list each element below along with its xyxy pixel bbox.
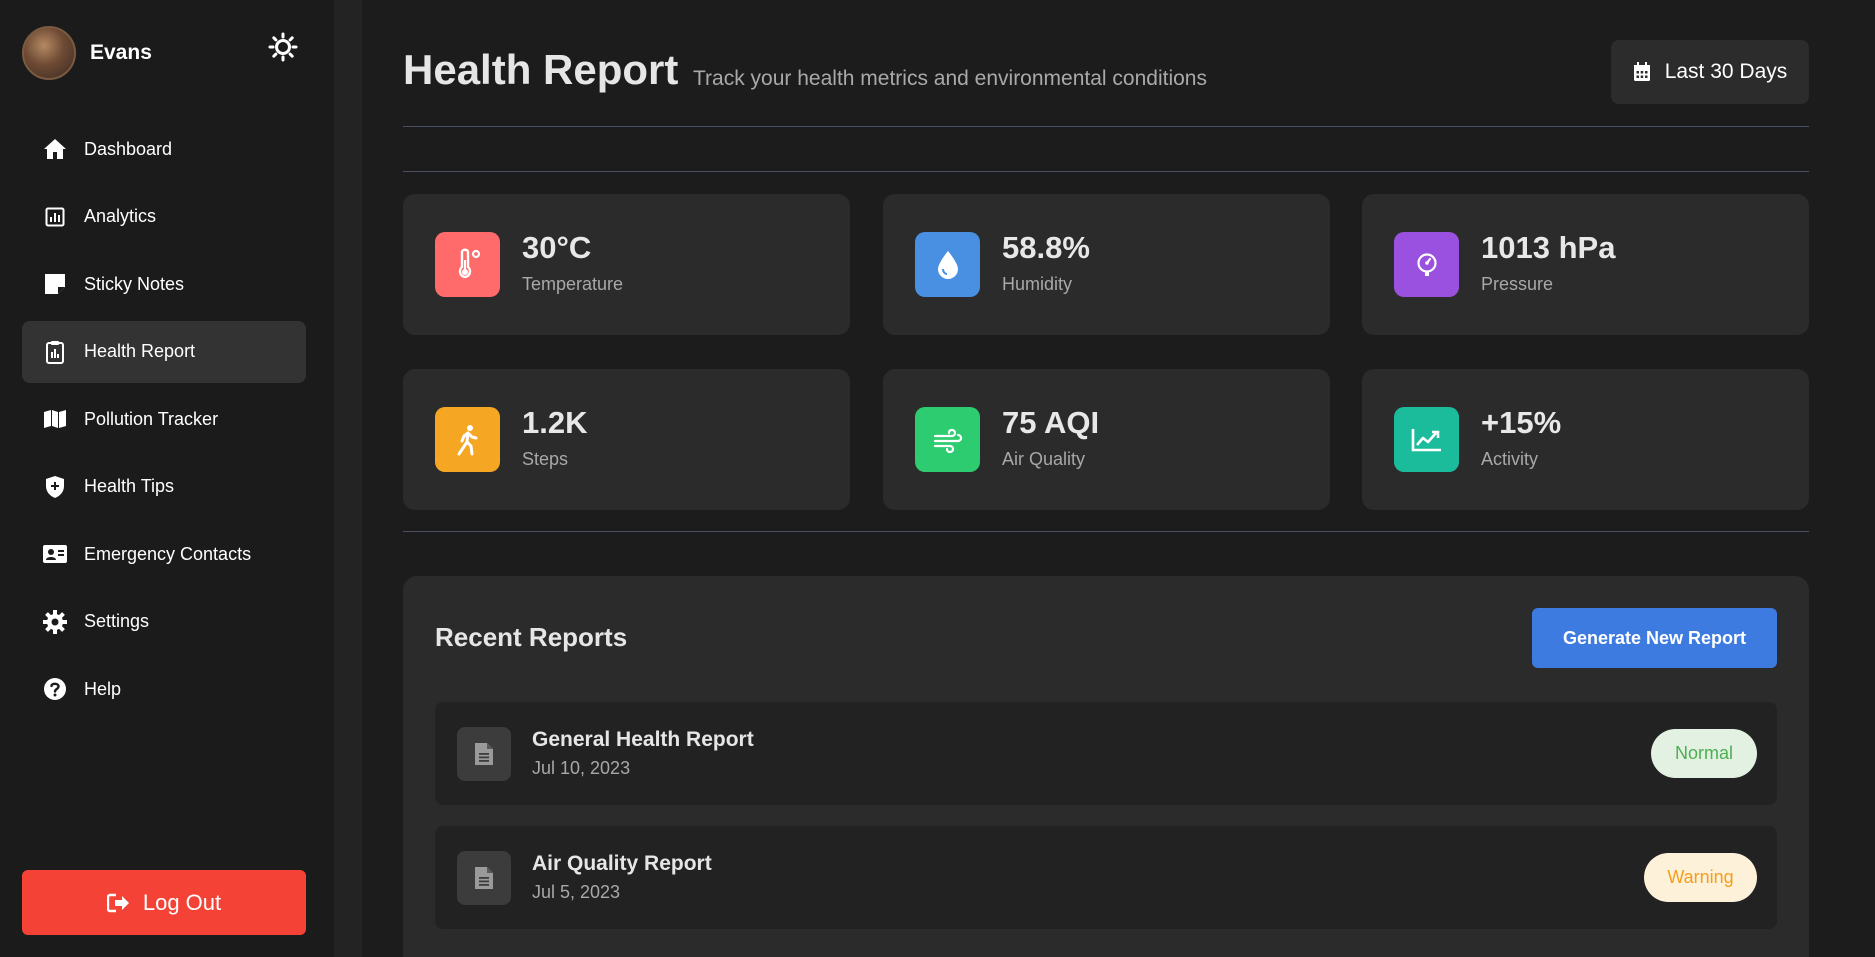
sidebar-item-label: Help <box>84 678 122 699</box>
sidebar-item-pollution-tracker[interactable]: Pollution Tracker <box>22 388 306 450</box>
report-name: General Health Report <box>532 728 754 751</box>
sidebar-item-label: Sticky Notes <box>84 273 185 294</box>
report-date: Jul 10, 2023 <box>532 758 631 778</box>
sidebar-item-label: Emergency Contacts <box>84 543 252 564</box>
stat-value: 30°C <box>522 230 592 265</box>
document-icon <box>457 851 511 905</box>
sidebar-item-label: Settings <box>84 611 150 631</box>
sidebar-item-emergency-contacts[interactable]: Emergency Contacts <box>22 523 306 585</box>
report-row[interactable]: General Health Report Jul 10, 2023 Norma… <box>435 702 1777 805</box>
document-icon <box>457 727 511 781</box>
map-icon <box>42 406 68 432</box>
stat-label: Steps <box>522 449 569 469</box>
stat-value: 58.8% <box>1002 230 1090 265</box>
logout-label: Log Out <box>142 889 222 915</box>
sidebar-item-label: Health Tips <box>84 476 175 496</box>
gauge-icon <box>1394 232 1459 297</box>
divider <box>403 531 1809 532</box>
sidebar: Evans Dashboard Analytics Sticky Notes H… <box>0 0 334 957</box>
avatar[interactable] <box>22 26 76 80</box>
date-range-button[interactable]: Last 30 Days <box>1611 40 1809 104</box>
question-circle-icon <box>42 676 68 702</box>
stat-value: 75 AQI <box>1002 405 1100 440</box>
line-chart-icon <box>1394 407 1459 472</box>
gear-icon <box>42 609 68 635</box>
status-badge: Warning <box>1644 853 1757 902</box>
logout-button[interactable]: Log Out <box>22 870 306 935</box>
sidebar-item-health-tips[interactable]: Health Tips <box>22 456 306 518</box>
stat-value: 1013 hPa <box>1481 230 1616 265</box>
droplet-icon <box>915 232 980 297</box>
sticky-note-icon <box>42 271 68 297</box>
sidebar-nav: Dashboard Analytics Sticky Notes Health … <box>22 118 306 726</box>
sidebar-item-dashboard[interactable]: Dashboard <box>22 118 306 180</box>
stat-value: 1.2K <box>522 405 588 440</box>
stat-label: Humidity <box>1002 274 1073 294</box>
user-profile: Evans <box>22 26 152 80</box>
clipboard-icon <box>42 339 68 365</box>
sidebar-item-label: Dashboard <box>84 138 173 159</box>
sidebar-item-health-report[interactable]: Health Report <box>22 320 306 383</box>
sidebar-item-label: Pollution Tracker <box>84 408 219 429</box>
sign-out-icon <box>106 891 131 915</box>
stat-value: +15% <box>1481 405 1562 440</box>
sidebar-item-label: Analytics <box>84 206 157 226</box>
stat-card-pressure: 1013 hPa Pressure <box>1362 194 1809 335</box>
stat-card-activity: +15% Activity <box>1362 369 1809 510</box>
report-name: Air Quality Report <box>532 852 712 875</box>
stat-card-humidity: 58.8% Humidity <box>883 194 1330 335</box>
calendar-icon <box>1633 62 1653 82</box>
status-badge: Normal <box>1651 729 1757 778</box>
stat-label: Air Quality <box>1002 449 1086 469</box>
contact-card-icon <box>42 541 68 567</box>
main-content: Health Report Track your health metrics … <box>362 0 1875 957</box>
stat-label: Temperature <box>522 274 624 294</box>
sidebar-item-label: Health Report <box>84 341 196 361</box>
analytics-icon <box>42 204 68 230</box>
stat-label: Activity <box>1481 449 1539 469</box>
report-row[interactable]: Air Quality Report Jul 5, 2023 Warning <box>435 826 1777 929</box>
shield-plus-icon <box>42 474 68 500</box>
sidebar-divider <box>334 0 362 957</box>
theme-toggle-sun-icon[interactable] <box>268 32 298 62</box>
page-title: Health Report <box>403 46 679 93</box>
sidebar-item-settings[interactable]: Settings <box>22 591 306 653</box>
recent-reports-title: Recent Reports <box>435 622 628 652</box>
generate-new-report-button[interactable]: Generate New Report <box>1532 608 1777 668</box>
page-subtitle: Track your health metrics and environmen… <box>693 67 1207 90</box>
wind-icon <box>915 407 980 472</box>
home-icon <box>42 136 68 162</box>
sidebar-item-help[interactable]: Help <box>22 658 306 720</box>
walking-icon <box>435 407 500 472</box>
stat-card-temperature: 30°C Temperature <box>403 194 850 335</box>
stat-card-air-quality: 75 AQI Air Quality <box>883 369 1330 510</box>
sidebar-item-sticky-notes[interactable]: Sticky Notes <box>22 253 306 315</box>
stat-label: Pressure <box>1481 274 1554 294</box>
thermometer-icon <box>435 232 500 297</box>
divider <box>403 126 1809 127</box>
divider <box>403 171 1809 172</box>
recent-reports-panel: Recent Reports Generate New Report Gener… <box>403 576 1809 957</box>
sidebar-item-analytics[interactable]: Analytics <box>22 186 306 248</box>
user-name: Evans <box>90 41 152 64</box>
report-date: Jul 5, 2023 <box>532 882 621 902</box>
stat-card-steps: 1.2K Steps <box>403 369 850 510</box>
date-range-label: Last 30 Days <box>1664 60 1788 83</box>
